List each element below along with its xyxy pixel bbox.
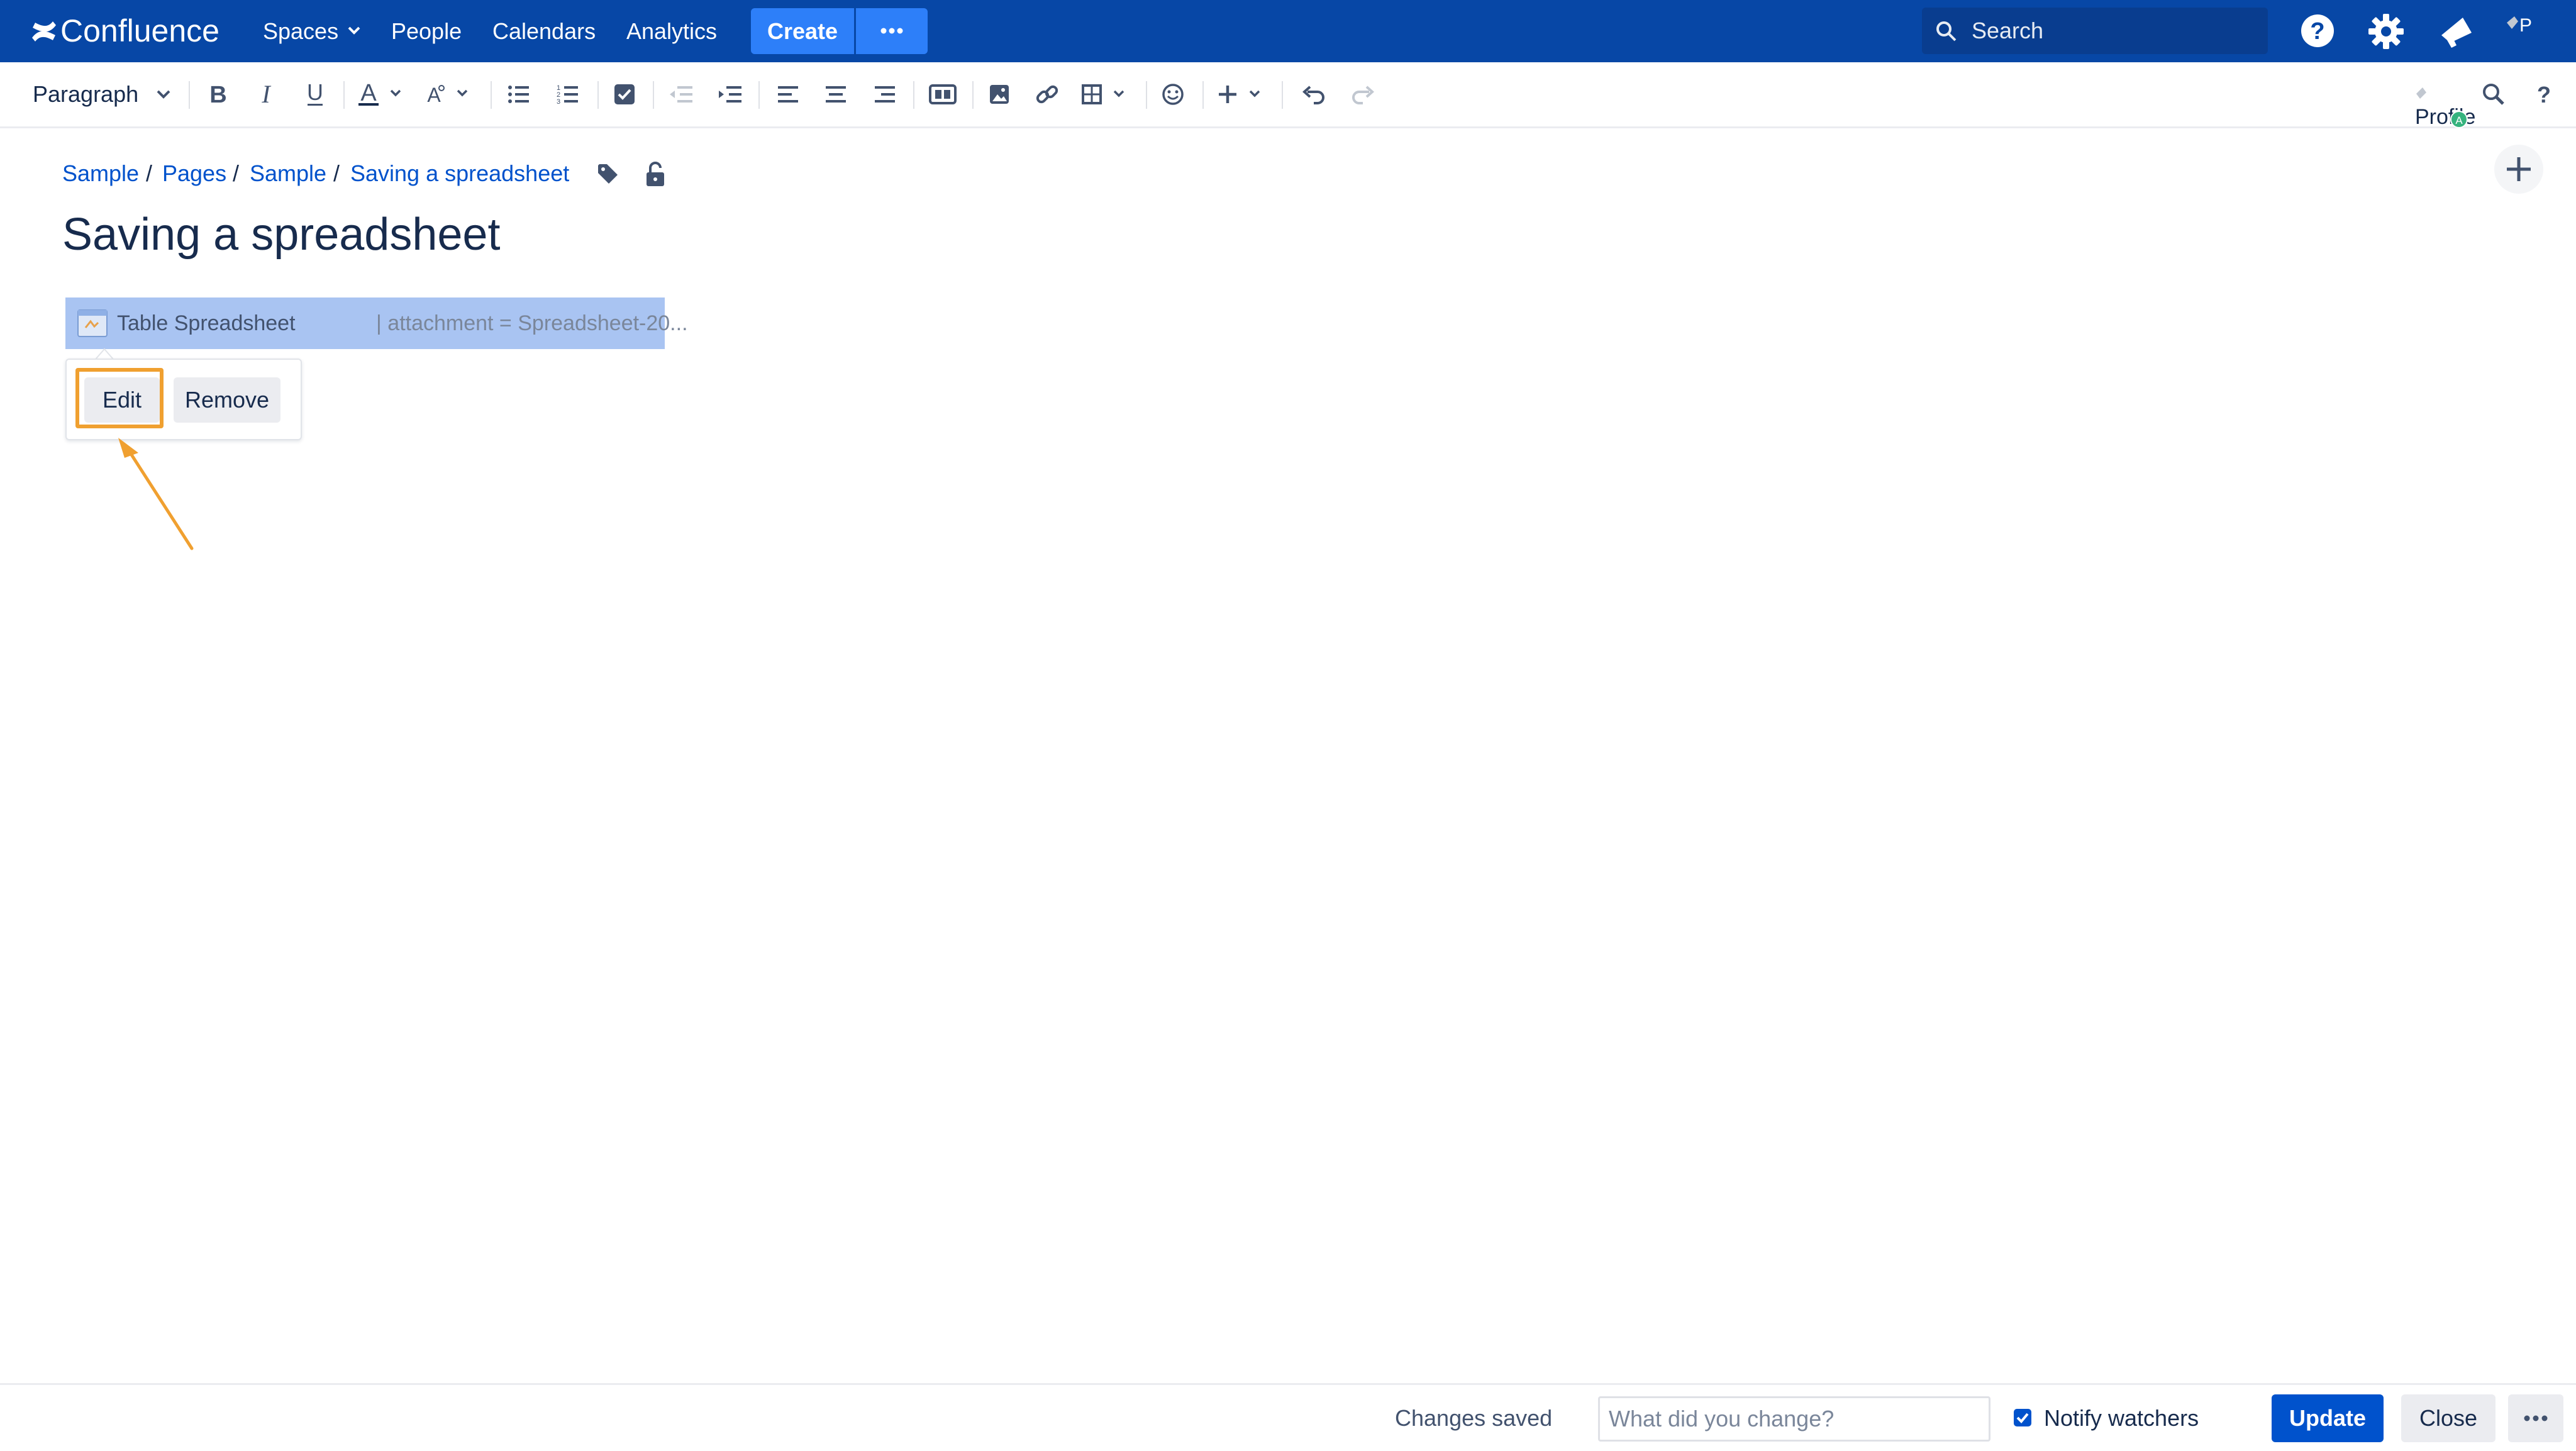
- align-center-icon[interactable]: [820, 62, 852, 126]
- edit-button-highlight: [75, 368, 164, 428]
- avatar-alt-text: P: [2519, 15, 2532, 36]
- update-button[interactable]: Update: [2272, 1394, 2384, 1442]
- redo-icon[interactable]: [1347, 62, 1379, 126]
- svg-text:U: U: [307, 81, 323, 105]
- nav-calendars[interactable]: Calendars: [492, 0, 596, 62]
- chevron-down-icon[interactable]: [151, 62, 176, 126]
- emoji-icon[interactable]: [1157, 62, 1189, 126]
- breadcrumb-item[interactable]: Sample: [62, 160, 139, 187]
- table-icon[interactable]: [1080, 62, 1133, 126]
- align-left-icon[interactable]: [772, 62, 804, 126]
- save-status: Changes saved: [1395, 1405, 1553, 1431]
- svg-text:I: I: [261, 82, 271, 107]
- toolbar-divider: [1282, 81, 1283, 109]
- italic-icon[interactable]: I: [250, 62, 282, 126]
- create-button[interactable]: Create: [751, 8, 854, 54]
- bullet-list-icon[interactable]: [503, 62, 535, 126]
- toolbar-divider: [653, 81, 654, 109]
- spreadsheet-macro-icon: [77, 309, 108, 338]
- confluence-logo-icon[interactable]: [30, 19, 58, 44]
- toolbar-divider: [343, 81, 345, 109]
- notifications-megaphone-icon[interactable]: [2438, 14, 2475, 49]
- undo-icon[interactable]: [1298, 62, 1330, 126]
- toolbar-divider: [972, 81, 974, 109]
- indent-icon[interactable]: [714, 62, 746, 126]
- help-text: ?: [2537, 82, 2551, 107]
- bold-icon[interactable]: B: [203, 62, 234, 126]
- macro-parameters: | attachment = Spreadsheet-20...: [376, 311, 688, 335]
- more-actions-button[interactable]: [2508, 1394, 2563, 1442]
- find-search-icon[interactable]: [2477, 62, 2511, 126]
- macro-name: Table Spreadsheet: [117, 311, 296, 335]
- nav-spaces-label: Spaces: [263, 18, 339, 44]
- restrictions-unlock-icon[interactable]: [644, 161, 667, 187]
- toolbar-divider: [491, 81, 492, 109]
- insert-more-icon[interactable]: [1216, 62, 1269, 126]
- settings-gear-icon[interactable]: [2367, 13, 2405, 50]
- editor-help-icon[interactable]: ?: [2528, 62, 2560, 126]
- notify-watchers-label[interactable]: Notify watchers: [2044, 1385, 2199, 1451]
- text-style-icon[interactable]: A: [423, 62, 475, 126]
- notify-watchers-checkbox[interactable]: [2014, 1409, 2031, 1426]
- checkmark-icon: [2016, 1413, 2029, 1423]
- user-avatar[interactable]: P: [2506, 13, 2543, 43]
- breadcrumb-separator: /: [333, 160, 340, 186]
- numbered-list-icon[interactable]: 123: [552, 62, 584, 126]
- toolbar-divider: [758, 81, 760, 109]
- close-button[interactable]: Close: [2401, 1394, 2496, 1442]
- help-icon[interactable]: ?: [2299, 13, 2336, 49]
- breadcrumb-item[interactable]: Saving a spreadsheet: [350, 160, 569, 187]
- table-spreadsheet-macro-placeholder[interactable]: Table Spreadsheet | attachment = Spreads…: [65, 297, 688, 349]
- outdent-icon[interactable]: [665, 62, 697, 126]
- underline-icon[interactable]: U: [299, 62, 331, 126]
- remove-macro-button[interactable]: Remove: [174, 377, 280, 423]
- search-placeholder: Search: [1972, 18, 2044, 43]
- search-input[interactable]: Search: [1922, 8, 2268, 54]
- toolbar-divider: [1146, 81, 1147, 109]
- svg-text:3: 3: [557, 98, 560, 106]
- page-layout-icon[interactable]: [926, 62, 960, 126]
- breadcrumb-item[interactable]: Sample: [250, 160, 326, 187]
- breadcrumb-separator: /: [233, 160, 240, 186]
- svg-text:B: B: [209, 82, 226, 107]
- add-content-button[interactable]: [2493, 143, 2545, 195]
- create-more-button[interactable]: [856, 8, 928, 54]
- top-navigation-bar: Confluence Spaces People Calendars Analy…: [0, 0, 2576, 62]
- toolbar-divider: [913, 81, 914, 109]
- svg-text:A: A: [360, 81, 377, 106]
- breadcrumb-separator: /: [146, 160, 153, 186]
- nav-people[interactable]: People: [391, 0, 462, 62]
- toolbar-divider: [1202, 81, 1204, 109]
- paragraph-style-dropdown[interactable]: Paragraph: [33, 62, 138, 126]
- chevron-down-icon: [347, 25, 361, 35]
- annotation-arrow-icon: [113, 434, 208, 560]
- nav-analytics[interactable]: Analytics: [626, 0, 717, 62]
- task-list-icon[interactable]: [609, 62, 640, 126]
- more-icon: [2524, 1415, 2548, 1421]
- more-icon: [880, 28, 903, 34]
- search-icon: [1935, 19, 1958, 43]
- svg-text:?: ?: [2310, 18, 2324, 45]
- editor-footer-bar: Changes saved Notify watchers Update Clo…: [0, 1383, 2576, 1451]
- link-icon[interactable]: [1031, 62, 1063, 126]
- change-comment-input[interactable]: [1598, 1396, 1990, 1442]
- toolbar-divider: [189, 81, 190, 109]
- label-tag-icon[interactable]: [596, 162, 620, 186]
- nav-spaces[interactable]: Spaces: [263, 0, 338, 62]
- app-name[interactable]: Confluence: [60, 0, 219, 62]
- page-title[interactable]: Saving a spreadsheet: [62, 209, 500, 260]
- svg-text:A: A: [2455, 114, 2463, 126]
- image-icon[interactable]: [984, 62, 1015, 126]
- breadcrumb-item[interactable]: Pages: [162, 160, 226, 187]
- collaborator-avatar[interactable]: Profile A: [2414, 85, 2483, 129]
- text-color-icon[interactable]: A: [356, 62, 409, 126]
- toolbar-divider: [597, 81, 599, 109]
- editor-toolbar: Paragraph B I U A A 123 Profile A ?: [0, 62, 2576, 129]
- align-right-icon[interactable]: [869, 62, 901, 126]
